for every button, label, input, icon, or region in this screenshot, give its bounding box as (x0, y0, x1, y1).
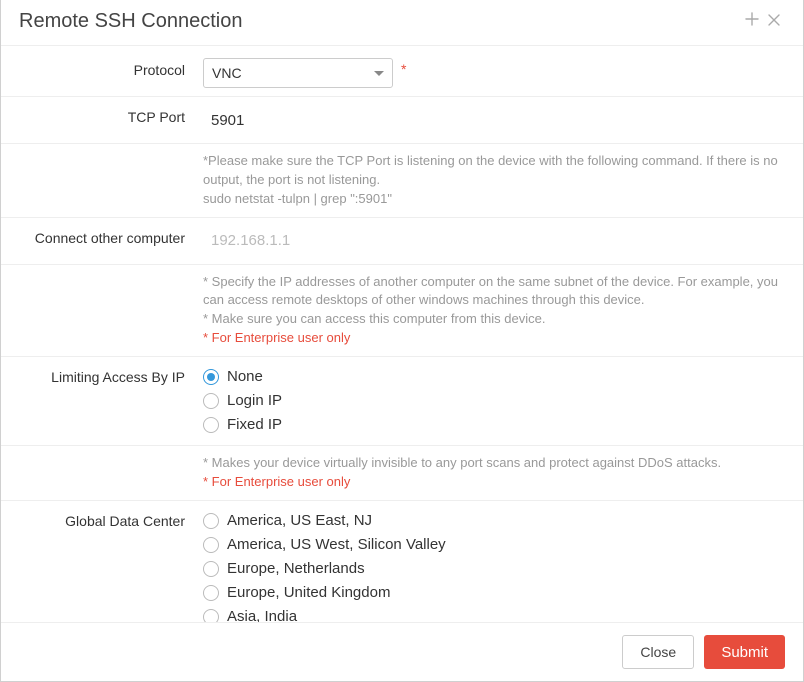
modal-header: Remote SSH Connection (1, 0, 803, 46)
radio-icon (203, 417, 219, 433)
protocol-select-value: VNC (212, 65, 374, 81)
radio-icon (203, 537, 219, 553)
data-center-option-eu-nl[interactable]: Europe, Netherlands (203, 557, 783, 581)
other-computer-help-2: * Make sure you can access this computer… (203, 310, 783, 329)
protocol-select[interactable]: VNC (203, 58, 393, 88)
other-computer-label: Connect other computer (1, 224, 197, 258)
protocol-label: Protocol (1, 56, 197, 90)
radio-label: Europe, Netherlands (227, 560, 365, 577)
modal-title: Remote SSH Connection (19, 10, 741, 33)
row-other-computer-help: * Specify the IP addresses of another co… (1, 265, 803, 357)
radio-label: Europe, United Kingdom (227, 584, 390, 601)
radio-label: Login IP (227, 392, 282, 409)
modal-footer: Close Submit (1, 622, 803, 681)
row-limit-ip: Limiting Access By IP None Login IP Fixe… (1, 357, 803, 446)
other-computer-help-1: * Specify the IP addresses of another co… (203, 273, 783, 311)
row-other-computer: Connect other computer (1, 218, 803, 265)
tcp-port-label: TCP Port (1, 103, 197, 137)
radio-label: America, US West, Silicon Valley (227, 536, 446, 553)
chevron-down-icon (374, 71, 384, 76)
data-center-options: America, US East, NJ America, US West, S… (197, 507, 791, 622)
radio-label: None (227, 368, 263, 385)
limit-ip-option-login[interactable]: Login IP (203, 389, 783, 413)
radio-icon (203, 369, 219, 385)
row-tcp-port: TCP Port (1, 97, 803, 144)
radio-icon (203, 393, 219, 409)
tcp-port-help-2: sudo netstat -tulpn | grep ":5901" (203, 190, 783, 209)
limit-ip-option-fixed[interactable]: Fixed IP (203, 413, 783, 437)
row-protocol: Protocol VNC * (1, 50, 803, 97)
modal-body: Protocol VNC * TCP Port *Plea (1, 46, 803, 622)
other-computer-input[interactable] (203, 226, 763, 256)
radio-icon (203, 585, 219, 601)
radio-label: America, US East, NJ (227, 512, 372, 529)
limit-ip-help-ent: * For Enterprise user only (203, 473, 783, 492)
row-tcp-port-help: *Please make sure the TCP Port is listen… (1, 144, 803, 218)
limit-ip-option-none[interactable]: None (203, 365, 783, 389)
data-center-option-us-west[interactable]: America, US West, Silicon Valley (203, 533, 783, 557)
row-data-center: Global Data Center America, US East, NJ … (1, 501, 803, 622)
other-computer-help-ent: * For Enterprise user only (203, 329, 783, 348)
radio-label: Fixed IP (227, 416, 282, 433)
required-mark: * (401, 61, 406, 77)
submit-button[interactable]: Submit (704, 635, 785, 669)
data-center-option-eu-uk[interactable]: Europe, United Kingdom (203, 581, 783, 605)
data-center-option-asia-in[interactable]: Asia, India (203, 605, 783, 622)
limit-ip-help-1: * Makes your device virtually invisible … (203, 454, 783, 473)
data-center-option-us-east[interactable]: America, US East, NJ (203, 509, 783, 533)
tcp-port-help-1: *Please make sure the TCP Port is listen… (203, 152, 783, 190)
modal: Remote SSH Connection Protocol VNC * (1, 0, 803, 681)
limit-ip-label: Limiting Access By IP (1, 363, 197, 439)
tcp-port-input[interactable] (203, 105, 763, 135)
close-icon[interactable] (763, 13, 785, 31)
radio-icon (203, 609, 219, 622)
row-limit-ip-help: * Makes your device virtually invisible … (1, 446, 803, 501)
radio-label: Asia, India (227, 608, 297, 622)
close-button[interactable]: Close (622, 635, 694, 669)
radio-icon (203, 513, 219, 529)
limit-ip-options: None Login IP Fixed IP (197, 363, 791, 439)
radio-icon (203, 561, 219, 577)
data-center-label: Global Data Center (1, 507, 197, 622)
plus-icon[interactable] (741, 12, 763, 31)
